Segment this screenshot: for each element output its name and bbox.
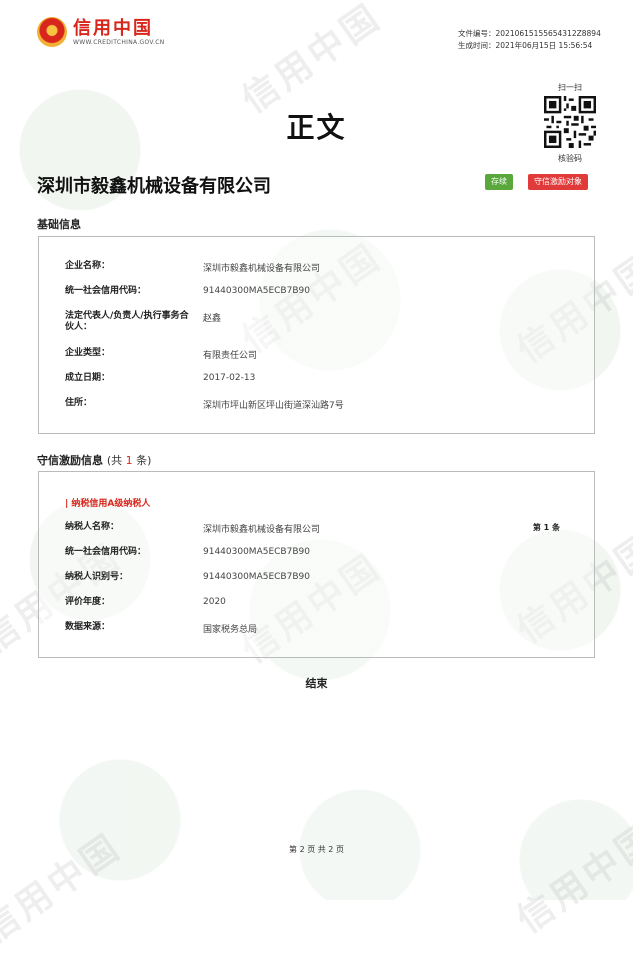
basic-info-box: 企业名称： 深圳市毅鑫机械设备有限公司 统一社会信用代码： 91440300MA…	[38, 236, 595, 434]
credit-china-logo: 信用中国 WWW.CREDITCHINA.GOV.CN	[37, 17, 165, 47]
info-label: 企业类型：	[65, 348, 111, 358]
info-value: 有限责任公司	[203, 351, 258, 361]
info-label: 企业名称：	[65, 261, 111, 271]
watermark: 信用中国	[0, 826, 130, 952]
count-suffix: 条)	[132, 454, 152, 467]
info-label: 纳税人识别号：	[65, 572, 129, 582]
info-label: 纳税人名称：	[65, 522, 120, 532]
logo-url: WWW.CREDITCHINA.GOV.CN	[73, 38, 165, 46]
info-value: 91440300MA5ECB7B90	[203, 547, 310, 557]
logo-title: 信用中国	[73, 17, 153, 39]
company-name: 深圳市毅鑫机械设备有限公司	[37, 176, 271, 197]
qr-scan-label: 扫一扫	[558, 83, 582, 92]
file-no-value: 20210615155654312Z8894	[495, 29, 601, 38]
end-marker: 结束	[305, 677, 328, 690]
info-label: 住所：	[65, 398, 93, 408]
document-meta: 文件编号：20210615155654312Z8894 生成时间：2021年06…	[458, 28, 601, 52]
info-value: 2017-02-13	[203, 373, 256, 383]
incentive-title-text: 守信激励信息	[37, 454, 103, 467]
count-prefix: (共	[106, 454, 126, 467]
generated-value: 2021年06月15日 15:56:54	[495, 41, 593, 50]
record-count: 1	[125, 454, 133, 467]
status-badge: 存续	[485, 174, 513, 190]
watermark: 信用中国	[234, 0, 390, 122]
info-label: 统一社会信用代码：	[65, 547, 147, 557]
incentive-info-box: | 纳税信用A级纳税人 第 1 条 纳税人名称： 深圳市毅鑫机械设备有限公司 统…	[38, 471, 595, 658]
record-type-title: | 纳税信用A级纳税人	[65, 499, 151, 509]
page-title: 正文	[286, 111, 347, 144]
file-no-label: 文件编号：	[458, 29, 496, 38]
info-label: 成立日期：	[65, 373, 111, 383]
info-label: 统一社会信用代码：	[65, 286, 147, 296]
incentive-info-title: 守信激励信息 (共 1 条)	[37, 452, 151, 468]
record-index: 第 1 条	[532, 523, 560, 532]
watermark: 信用中国	[509, 816, 633, 942]
info-label: 数据来源：	[65, 622, 111, 632]
info-label: 评价年度：	[65, 597, 111, 607]
info-value: 赵鑫	[203, 314, 222, 324]
info-label: 法定代表人/负责人/执行事务合伙人：	[65, 311, 189, 332]
info-value: 深圳市毅鑫机械设备有限公司	[203, 525, 321, 535]
basic-info-title: 基础信息	[37, 218, 81, 231]
generated-label: 生成时间：	[458, 41, 496, 50]
info-value: 2020	[203, 597, 226, 607]
page-footer: 第 2 页 共 2 页	[289, 845, 344, 854]
info-value: 国家税务总局	[203, 625, 258, 635]
info-value: 深圳市毅鑫机械设备有限公司	[203, 264, 321, 274]
national-emblem-icon	[37, 17, 67, 47]
qr-verify-label: 核验码	[558, 154, 582, 163]
info-value: 91440300MA5ECB7B90	[203, 286, 310, 296]
info-value: 深圳市坪山新区坪山街道深汕路7号	[203, 401, 344, 411]
info-value: 91440300MA5ECB7B90	[203, 572, 310, 582]
incentive-badge: 守信激励对象	[528, 174, 588, 190]
